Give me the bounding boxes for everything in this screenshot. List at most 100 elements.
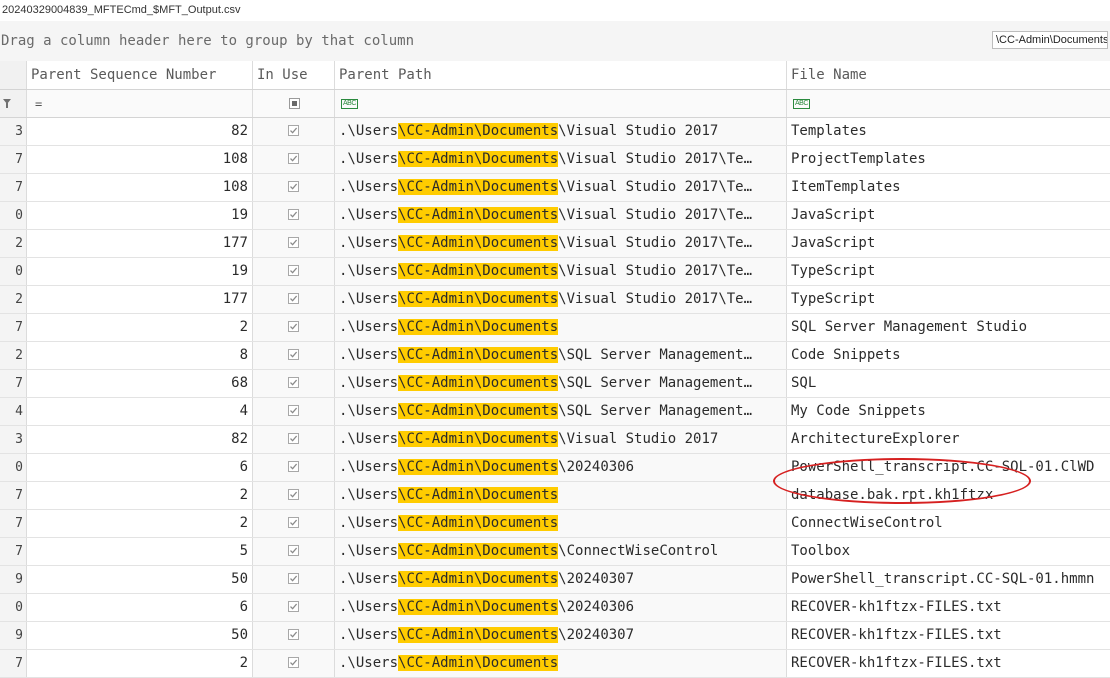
table-row[interactable]: 4 4 .\Users\CC-Admin\Documents\SQL Server …	[0, 398, 1110, 426]
cell-file-name[interactable]: SQL Server Management Studio	[787, 314, 1110, 341]
column-header-parent-path[interactable]: Parent Path	[335, 61, 787, 89]
cell-file-name[interactable]: RECOVER-kh1ftzx-FILES.txt	[787, 622, 1110, 649]
cell-parent-path[interactable]: .\Users\CC-Admin\Documents\Visual Studio…	[335, 146, 787, 173]
row-indicator[interactable]: 7	[0, 314, 27, 341]
cell-parent-path[interactable]: .\Users\CC-Admin\Documents\SQL Server Ma…	[335, 370, 787, 397]
cell-file-name[interactable]: TypeScript	[787, 258, 1110, 285]
cell-parent-path[interactable]: .\Users\CC-Admin\Documents\20240307	[335, 566, 787, 593]
table-row[interactable]: 2 8 .\Users\CC-Admin\Documents\SQL Server …	[0, 342, 1110, 370]
cell-parent-sequence-number[interactable]: 177	[27, 286, 253, 313]
checkmark-icon[interactable]	[288, 153, 299, 164]
cell-in-use[interactable]	[253, 426, 335, 453]
cell-parent-sequence-number[interactable]: 108	[27, 174, 253, 201]
cell-parent-path[interactable]: .\Users\CC-Admin\Documents	[335, 482, 787, 509]
cell-file-name[interactable]: ProjectTemplates	[787, 146, 1110, 173]
cell-file-name[interactable]: Templates	[787, 118, 1110, 145]
cell-in-use[interactable]	[253, 510, 335, 537]
cell-parent-sequence-number[interactable]: 6	[27, 454, 253, 481]
cell-in-use[interactable]	[253, 174, 335, 201]
table-row[interactable]: 0 6 .\Users\CC-Admin\Documents\20240306 Pow…	[0, 454, 1110, 482]
row-indicator[interactable]: 2	[0, 342, 27, 369]
cell-in-use[interactable]	[253, 146, 335, 173]
table-row[interactable]: 7 108 .\Users\CC-Admin\Documents\Visual St…	[0, 146, 1110, 174]
cell-parent-sequence-number[interactable]: 2	[27, 510, 253, 537]
cell-in-use[interactable]	[253, 622, 335, 649]
cell-in-use[interactable]	[253, 398, 335, 425]
search-input[interactable]: \CC-Admin\Documents	[992, 31, 1108, 49]
table-row[interactable]: 0 19 .\Users\CC-Admin\Documents\Visual Stu…	[0, 202, 1110, 230]
cell-file-name[interactable]: TypeScript	[787, 286, 1110, 313]
cell-in-use[interactable]	[253, 482, 335, 509]
cell-parent-sequence-number[interactable]: 68	[27, 370, 253, 397]
checkmark-icon[interactable]	[288, 433, 299, 444]
row-indicator[interactable]: 0	[0, 202, 27, 229]
checkmark-icon[interactable]	[288, 377, 299, 388]
cell-parent-sequence-number[interactable]: 2	[27, 482, 253, 509]
cell-parent-sequence-number[interactable]: 177	[27, 230, 253, 257]
row-indicator[interactable]: 9	[0, 622, 27, 649]
cell-in-use[interactable]	[253, 118, 335, 145]
abc-icon[interactable]: ABC	[793, 99, 810, 109]
table-row[interactable]: 7 2 .\Users\CC-Admin\Documents database.bak…	[0, 482, 1110, 510]
column-header-parent-sequence-number[interactable]: Parent Sequence Number	[27, 61, 253, 89]
table-row[interactable]: 3 82 .\Users\CC-Admin\Documents\Visual Stu…	[0, 426, 1110, 454]
cell-parent-path[interactable]: .\Users\CC-Admin\Documents\Visual Studio…	[335, 174, 787, 201]
table-row[interactable]: 7 2 .\Users\CC-Admin\Documents ConnectWiseC…	[0, 510, 1110, 538]
row-indicator[interactable]: 7	[0, 370, 27, 397]
row-indicator[interactable]: 0	[0, 454, 27, 481]
cell-file-name[interactable]: RECOVER-kh1ftzx-FILES.txt	[787, 594, 1110, 621]
row-indicator[interactable]: 0	[0, 594, 27, 621]
checkmark-icon[interactable]	[288, 545, 299, 556]
cell-file-name[interactable]: Toolbox	[787, 538, 1110, 565]
cell-parent-path[interactable]: .\Users\CC-Admin\Documents\Visual Studio…	[335, 230, 787, 257]
checkmark-icon[interactable]	[288, 293, 299, 304]
row-indicator[interactable]: 7	[0, 650, 27, 677]
cell-parent-path[interactable]: .\Users\CC-Admin\Documents\Visual Studio…	[335, 118, 787, 145]
cell-parent-sequence-number[interactable]: 2	[27, 314, 253, 341]
cell-in-use[interactable]	[253, 342, 335, 369]
cell-in-use[interactable]	[253, 370, 335, 397]
cell-parent-path[interactable]: .\Users\CC-Admin\Documents\ConnectWiseCo…	[335, 538, 787, 565]
cell-parent-sequence-number[interactable]: 6	[27, 594, 253, 621]
cell-parent-path[interactable]: .\Users\CC-Admin\Documents	[335, 314, 787, 341]
row-indicator[interactable]: 2	[0, 230, 27, 257]
table-row[interactable]: 7 5 .\Users\CC-Admin\Documents\ConnectWise…	[0, 538, 1110, 566]
checkmark-icon[interactable]	[288, 209, 299, 220]
table-row[interactable]: 7 68 .\Users\CC-Admin\Documents\SQL Server…	[0, 370, 1110, 398]
cell-parent-path[interactable]: .\Users\CC-Admin\Documents\20240306	[335, 594, 787, 621]
group-by-panel[interactable]: Drag a column header here to group by th…	[0, 21, 1110, 62]
checkmark-icon[interactable]	[288, 125, 299, 136]
cell-parent-path[interactable]: .\Users\CC-Admin\Documents\Visual Studio…	[335, 202, 787, 229]
checkmark-icon[interactable]	[288, 657, 299, 668]
filter-parent-sequence-number[interactable]: =	[27, 90, 253, 117]
row-indicator[interactable]: 9	[0, 566, 27, 593]
table-row[interactable]: 0 19 .\Users\CC-Admin\Documents\Visual Stu…	[0, 258, 1110, 286]
cell-file-name[interactable]: PowerShell_transcript.CC-SQL-01.hmmn	[787, 566, 1110, 593]
table-row[interactable]: 7 2 .\Users\CC-Admin\Documents RECOVER-kh1f…	[0, 650, 1110, 678]
cell-file-name[interactable]: Code Snippets	[787, 342, 1110, 369]
cell-parent-path[interactable]: .\Users\CC-Admin\Documents\Visual Studio…	[335, 286, 787, 313]
cell-file-name[interactable]: ConnectWiseControl	[787, 510, 1110, 537]
cell-parent-path[interactable]: .\Users\CC-Admin\Documents\SQL Server Ma…	[335, 398, 787, 425]
cell-file-name[interactable]: ArchitectureExplorer	[787, 426, 1110, 453]
cell-parent-sequence-number[interactable]: 19	[27, 258, 253, 285]
indeterminate-checkbox-icon[interactable]	[289, 98, 300, 109]
cell-file-name[interactable]: JavaScript	[787, 202, 1110, 229]
filter-file-name[interactable]: ABC	[787, 90, 1110, 117]
filter-in-use[interactable]	[253, 90, 335, 117]
checkmark-icon[interactable]	[288, 265, 299, 276]
cell-in-use[interactable]	[253, 314, 335, 341]
cell-file-name[interactable]: JavaScript	[787, 230, 1110, 257]
row-indicator[interactable]: 3	[0, 118, 27, 145]
table-row[interactable]: 2 177 .\Users\CC-Admin\Documents\Visual St…	[0, 230, 1110, 258]
cell-parent-sequence-number[interactable]: 5	[27, 538, 253, 565]
table-row[interactable]: 0 6 .\Users\CC-Admin\Documents\20240306 REC…	[0, 594, 1110, 622]
checkmark-icon[interactable]	[288, 517, 299, 528]
abc-icon[interactable]: ABC	[341, 99, 358, 109]
cell-file-name[interactable]: SQL	[787, 370, 1110, 397]
cell-parent-sequence-number[interactable]: 8	[27, 342, 253, 369]
row-indicator[interactable]: 3	[0, 426, 27, 453]
cell-file-name[interactable]: RECOVER-kh1ftzx-FILES.txt	[787, 650, 1110, 677]
cell-file-name[interactable]: ItemTemplates	[787, 174, 1110, 201]
row-indicator[interactable]: 7	[0, 146, 27, 173]
